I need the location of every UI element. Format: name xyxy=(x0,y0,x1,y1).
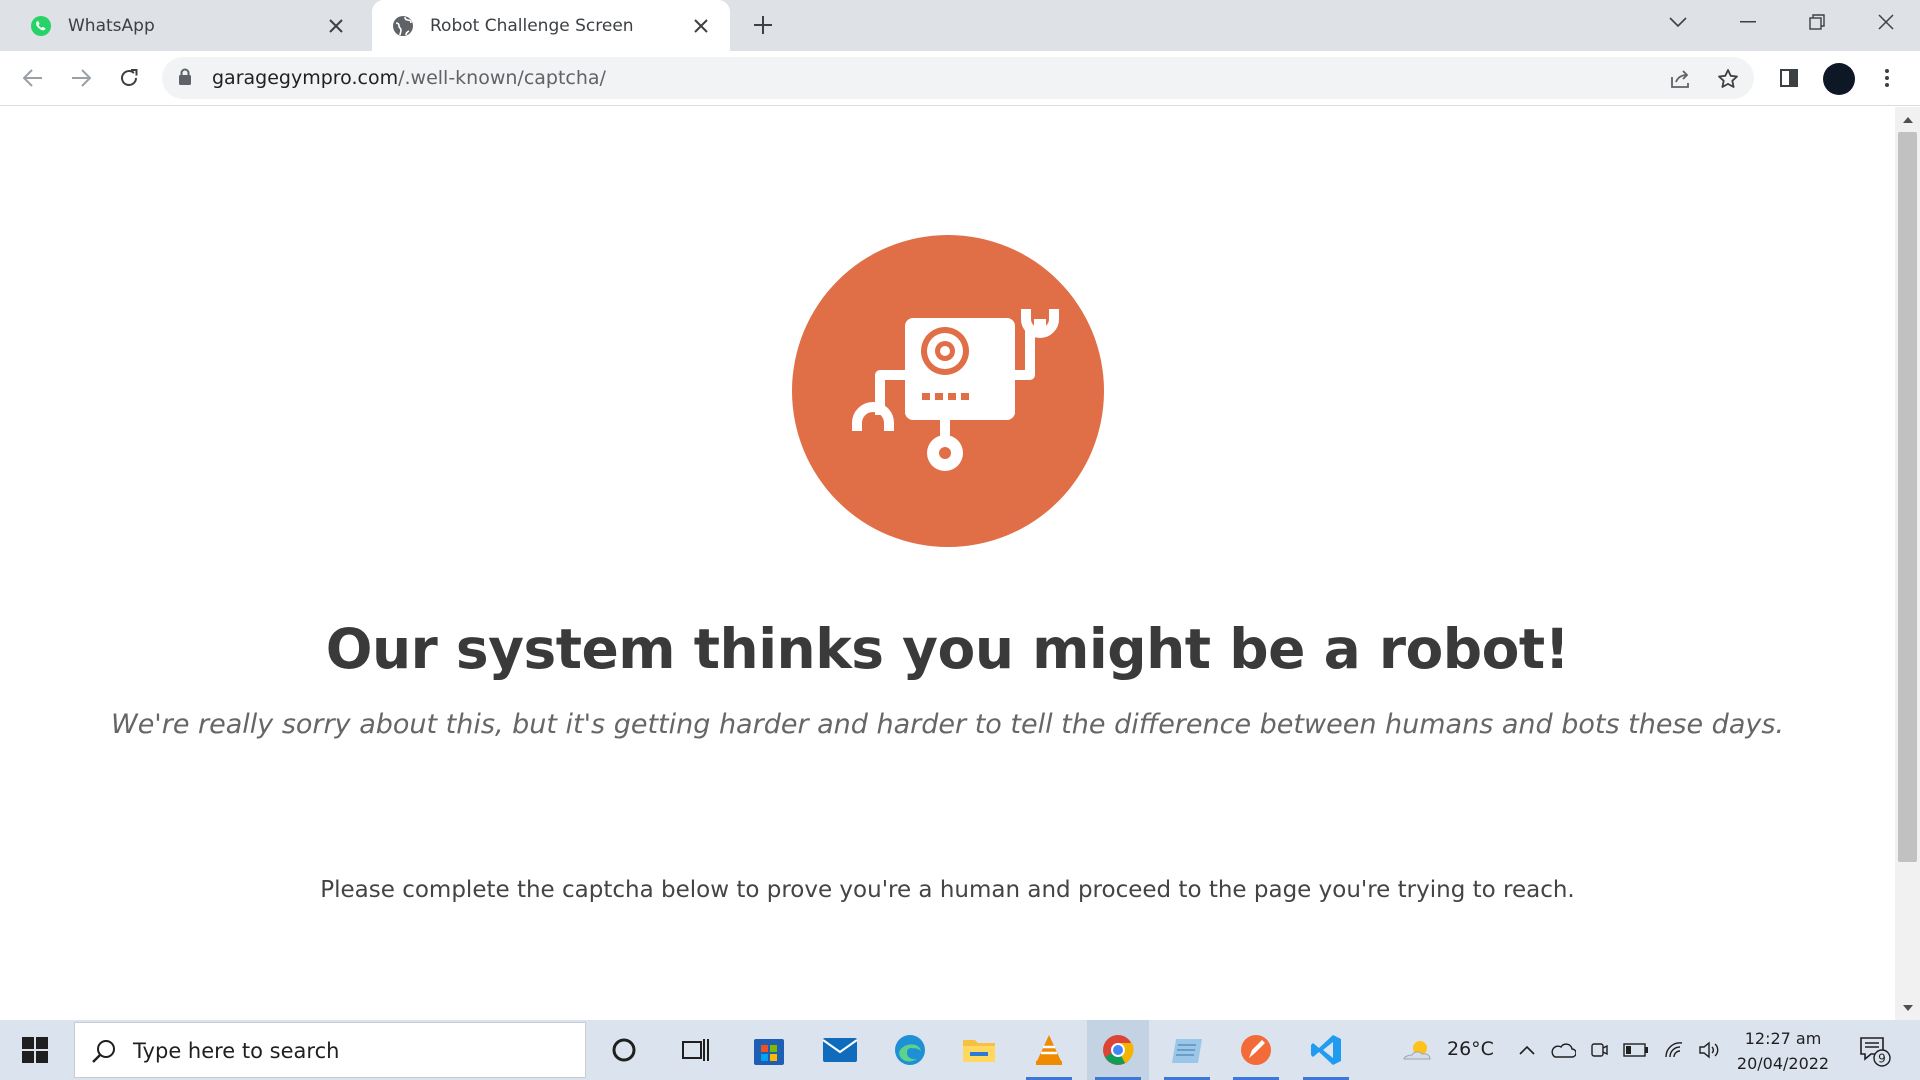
close-window-button[interactable] xyxy=(1856,0,1916,44)
notification-count: 9 xyxy=(1878,1052,1886,1066)
address-bar[interactable]: garagegympro.com/.well-known/captcha/ xyxy=(162,57,1754,99)
tab-robot-challenge[interactable]: Robot Challenge Screen xyxy=(372,0,730,51)
wifi-icon[interactable] xyxy=(1660,1020,1690,1080)
pen-app-icon[interactable] xyxy=(1225,1020,1287,1080)
new-tab-button[interactable] xyxy=(748,10,778,40)
taskbar-search-box[interactable]: Type here to search xyxy=(74,1022,586,1078)
url-domain: garagegympro.com xyxy=(212,67,399,89)
vlc-icon[interactable] xyxy=(1018,1020,1080,1080)
url-path: /.well-known/captcha/ xyxy=(398,67,606,89)
speaker-icon[interactable] xyxy=(1694,1020,1724,1080)
browser-toolbar: garagegympro.com/.well-known/captcha/ xyxy=(0,51,1920,106)
task-view-icon[interactable] xyxy=(665,1020,727,1080)
clock-date: 20/04/2022 xyxy=(1736,1054,1830,1073)
minimize-button[interactable] xyxy=(1718,0,1778,44)
reload-icon[interactable] xyxy=(112,61,146,95)
close-icon[interactable] xyxy=(323,13,349,39)
bookmark-star-icon[interactable] xyxy=(1714,65,1742,93)
edge-icon[interactable] xyxy=(879,1020,941,1080)
back-arrow-icon[interactable] xyxy=(16,61,50,95)
taskbar-clock[interactable]: 12:27 am 20/04/2022 xyxy=(1728,1026,1838,1076)
notepad-icon[interactable] xyxy=(1156,1020,1218,1080)
search-placeholder: Type here to search xyxy=(133,1039,340,1063)
scroll-down-arrow-icon[interactable] xyxy=(1898,998,1917,1018)
onedrive-cloud-icon[interactable] xyxy=(1548,1020,1578,1080)
forward-arrow-icon[interactable] xyxy=(64,61,98,95)
store-icon[interactable] xyxy=(738,1020,800,1080)
battery-icon[interactable] xyxy=(1620,1020,1652,1080)
tab-search-chevron-icon[interactable] xyxy=(1648,0,1708,44)
lock-icon[interactable] xyxy=(178,68,192,90)
file-explorer-icon[interactable] xyxy=(948,1020,1010,1080)
globe-icon xyxy=(392,15,414,37)
page-title: Our system thinks you might be a robot! xyxy=(325,617,1570,681)
vscode-icon[interactable] xyxy=(1295,1020,1357,1080)
scrollbar-thumb[interactable] xyxy=(1898,132,1917,862)
close-icon[interactable] xyxy=(688,13,714,39)
chrome-icon[interactable] xyxy=(1087,1020,1149,1080)
share-icon[interactable] xyxy=(1666,65,1694,93)
robot-icon xyxy=(792,235,1104,547)
captcha-instruction: Please complete the captcha below to pro… xyxy=(320,877,1575,903)
weather-icon[interactable] xyxy=(1398,1020,1438,1080)
tab-title: Robot Challenge Screen xyxy=(430,15,634,36)
side-panel-icon[interactable] xyxy=(1772,61,1806,95)
tab-strip: WhatsApp Robot Challenge Screen xyxy=(0,0,1920,51)
tab-title: WhatsApp xyxy=(68,15,155,36)
more-menu-icon[interactable] xyxy=(1870,61,1904,95)
search-icon xyxy=(91,1038,117,1068)
url-text: garagegympro.com/.well-known/captcha/ xyxy=(212,67,606,89)
mail-icon[interactable] xyxy=(809,1020,871,1080)
weather-temperature[interactable]: 26°C xyxy=(1447,1038,1494,1060)
apology-subtitle: We're really sorry about this, but it's … xyxy=(111,709,1784,740)
scroll-up-arrow-icon[interactable] xyxy=(1898,110,1917,130)
restore-button[interactable] xyxy=(1787,0,1847,44)
avatar[interactable] xyxy=(1823,63,1855,95)
notification-center-icon[interactable]: 9 xyxy=(1850,1020,1898,1080)
chevron-up-icon[interactable] xyxy=(1514,1020,1540,1080)
windows-start-icon[interactable] xyxy=(0,1020,70,1080)
page-viewport: Our system thinks you might be a robot! … xyxy=(0,107,1895,1020)
tab-whatsapp[interactable]: WhatsApp xyxy=(10,0,365,51)
cortana-icon[interactable] xyxy=(593,1020,655,1080)
whatsapp-icon xyxy=(30,15,52,37)
meet-now-icon[interactable] xyxy=(1586,1020,1612,1080)
clock-time: 12:27 am xyxy=(1744,1029,1822,1048)
windows-taskbar: Type here to search 26°C 12:27 am 20/04/… xyxy=(0,1020,1920,1080)
